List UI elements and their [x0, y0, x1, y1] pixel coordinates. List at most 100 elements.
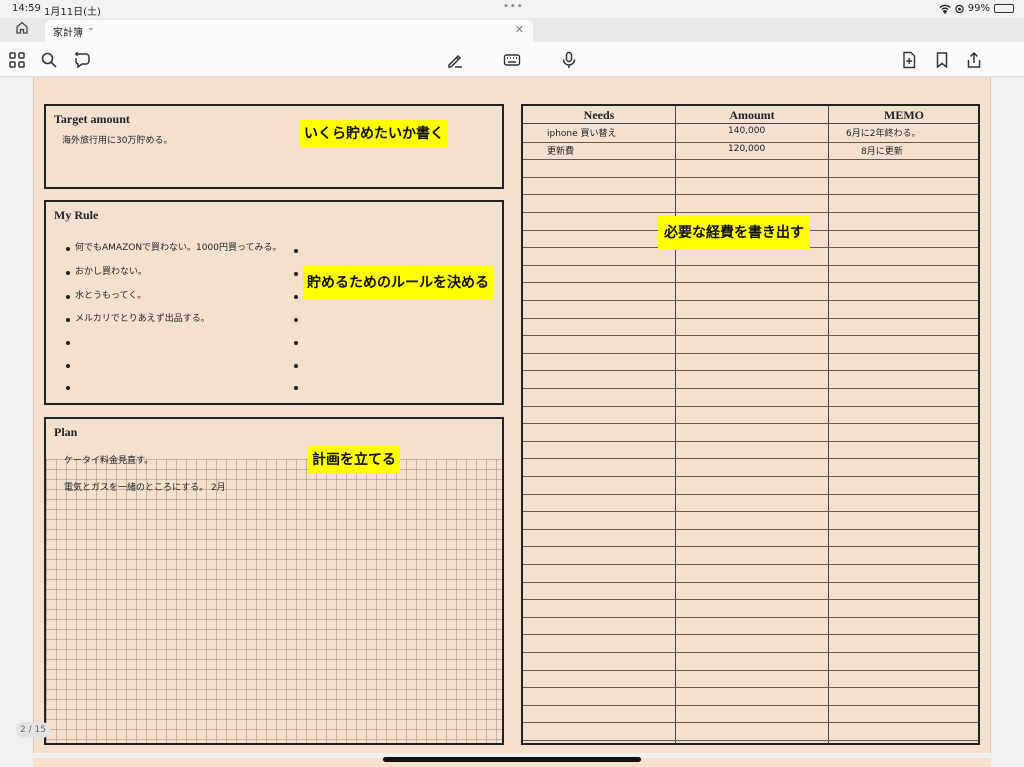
rule-note: 貯めるためのルールを決める	[303, 266, 493, 300]
header-memo: MEMO	[884, 108, 924, 122]
table-row-line	[523, 388, 978, 389]
target-note: いくら貯めたいか書く	[300, 120, 448, 148]
table-row-line	[523, 687, 978, 689]
battery-percent: 99%	[967, 3, 990, 14]
cell-need: 更新費	[547, 147, 575, 157]
tab-bar: 家計簿 ⌄ ✕	[0, 18, 1024, 42]
rule-bullet	[294, 249, 298, 253]
status-time: 14:59	[12, 3, 41, 14]
rule-bullet	[294, 318, 298, 322]
plan-line: 電気とガスを一緒のところにする。 2月	[64, 483, 226, 493]
table-row-line	[523, 282, 978, 284]
header-amount: Amoumt	[729, 108, 775, 122]
table-row-line	[523, 740, 978, 741]
needs-table[interactable]: Needs Amoumt MEMO iphone 買い替え 140,000 6月…	[521, 104, 980, 745]
cell-amount: 120,000	[728, 144, 766, 154]
plan-grid	[46, 459, 502, 743]
table-row-line	[523, 493, 978, 495]
status-date: 1月11日(土)	[44, 7, 101, 18]
table-header: Needs Amoumt MEMO	[523, 106, 978, 124]
bookmark-icon[interactable]	[932, 50, 952, 70]
rule-bullet	[294, 341, 298, 345]
wifi-icon	[939, 4, 951, 14]
table-row-line	[523, 546, 978, 548]
multitasking-dots[interactable]: •••	[503, 1, 524, 12]
page-viewer[interactable]: Target amount 海外旅行用に30万貯める。 いくら貯めたいか書く M…	[0, 77, 1024, 767]
rule-item: おかし買わない。	[75, 267, 148, 277]
plan-title: Plan	[54, 425, 78, 439]
rule-bullet	[294, 272, 298, 276]
rule-bullet	[294, 386, 298, 390]
pen-icon[interactable]	[445, 50, 465, 70]
table-row-line	[523, 616, 978, 618]
table-row-line	[523, 423, 978, 425]
rule-bullet	[66, 247, 70, 251]
my-rule-box[interactable]: My Rule 何でもAMAZONで買わない。1000円買ってみる。 おかし買わ…	[44, 200, 504, 405]
keyboard-icon[interactable]	[502, 50, 522, 70]
table-row-line	[523, 581, 978, 583]
rule-bullet	[66, 364, 70, 368]
table-row-line	[523, 405, 978, 407]
rule-bullet	[66, 271, 70, 275]
table-row-line	[523, 194, 978, 196]
table-row-line	[523, 511, 978, 513]
cell-memo: 6月に2年終わる。	[846, 129, 921, 139]
home-icon[interactable]	[12, 21, 32, 39]
plan-box[interactable]: Plan ケータイ料金見直す。 電気とガスを一緒のところにする。 2月 計画を立…	[44, 417, 504, 745]
cell-amount: 140,000	[728, 126, 766, 136]
target-amount-box[interactable]: Target amount 海外旅行用に30万貯める。 いくら貯めたいか書く	[44, 104, 504, 189]
table-row-line	[523, 264, 978, 266]
share-icon[interactable]	[964, 50, 984, 70]
table-row-line	[523, 370, 978, 372]
rule-bullet	[66, 295, 70, 299]
chevron-down-icon[interactable]: ⌄	[87, 23, 95, 33]
table-row-line	[523, 317, 978, 319]
plan-note: 計画を立てる	[308, 446, 400, 474]
table-row-line	[523, 440, 978, 442]
close-icon[interactable]: ✕	[515, 23, 524, 36]
table-row-line	[523, 599, 978, 601]
rule-bullet	[294, 364, 298, 368]
table-row-line	[523, 212, 978, 213]
column-divider	[828, 106, 829, 743]
table-row-line	[523, 476, 978, 477]
home-indicator[interactable]	[383, 757, 641, 762]
my-rule-title: My Rule	[54, 208, 99, 222]
table-row-line	[523, 528, 978, 530]
rule-bullet	[66, 386, 70, 390]
header-needs: Needs	[583, 108, 615, 122]
grid-icon[interactable]	[7, 50, 27, 70]
status-bar: 14:59 1月11日(土) ••• 99%	[0, 0, 1024, 18]
needs-note: 必要な経費を書き出す	[658, 216, 810, 250]
page-indicator: 2 / 15	[16, 722, 50, 738]
rule-bullet	[294, 295, 298, 299]
add-page-icon[interactable]	[899, 50, 919, 70]
rule-item: 水とうもってく。	[75, 291, 147, 301]
table-row-line	[523, 458, 978, 460]
table-row-line	[523, 352, 978, 354]
column-divider	[675, 106, 676, 743]
rule-item: メルカリでとりあえず出品する。	[75, 314, 210, 324]
rule-bullet	[66, 341, 70, 345]
table-row-line	[523, 176, 978, 178]
target-amount-text: 海外旅行用に30万貯める。	[62, 136, 173, 146]
table-row-line	[523, 335, 978, 337]
battery-icon	[994, 4, 1014, 13]
plan-line: ケータイ料金見直す。	[64, 456, 154, 466]
table-row-line	[523, 159, 978, 161]
document-tab[interactable]: 家計簿 ⌄ ✕	[45, 20, 533, 42]
table-row-line	[523, 652, 978, 653]
table-row-line	[523, 722, 978, 724]
toolbar	[0, 42, 1024, 77]
rule-item: 何でもAMAZONで買わない。1000円買ってみる。	[75, 243, 282, 253]
target-amount-title: Target amount	[54, 112, 130, 126]
search-icon[interactable]	[39, 50, 59, 70]
microphone-icon[interactable]	[559, 50, 579, 70]
cell-memo: 8月に更新	[861, 147, 903, 157]
ai-lasso-icon[interactable]	[73, 50, 93, 70]
table-row-line	[523, 669, 978, 671]
tab-title: 家計簿	[53, 28, 83, 39]
cell-need: iphone 買い替え	[547, 129, 617, 139]
table-row-line	[523, 300, 978, 301]
table-row-line	[523, 704, 978, 706]
